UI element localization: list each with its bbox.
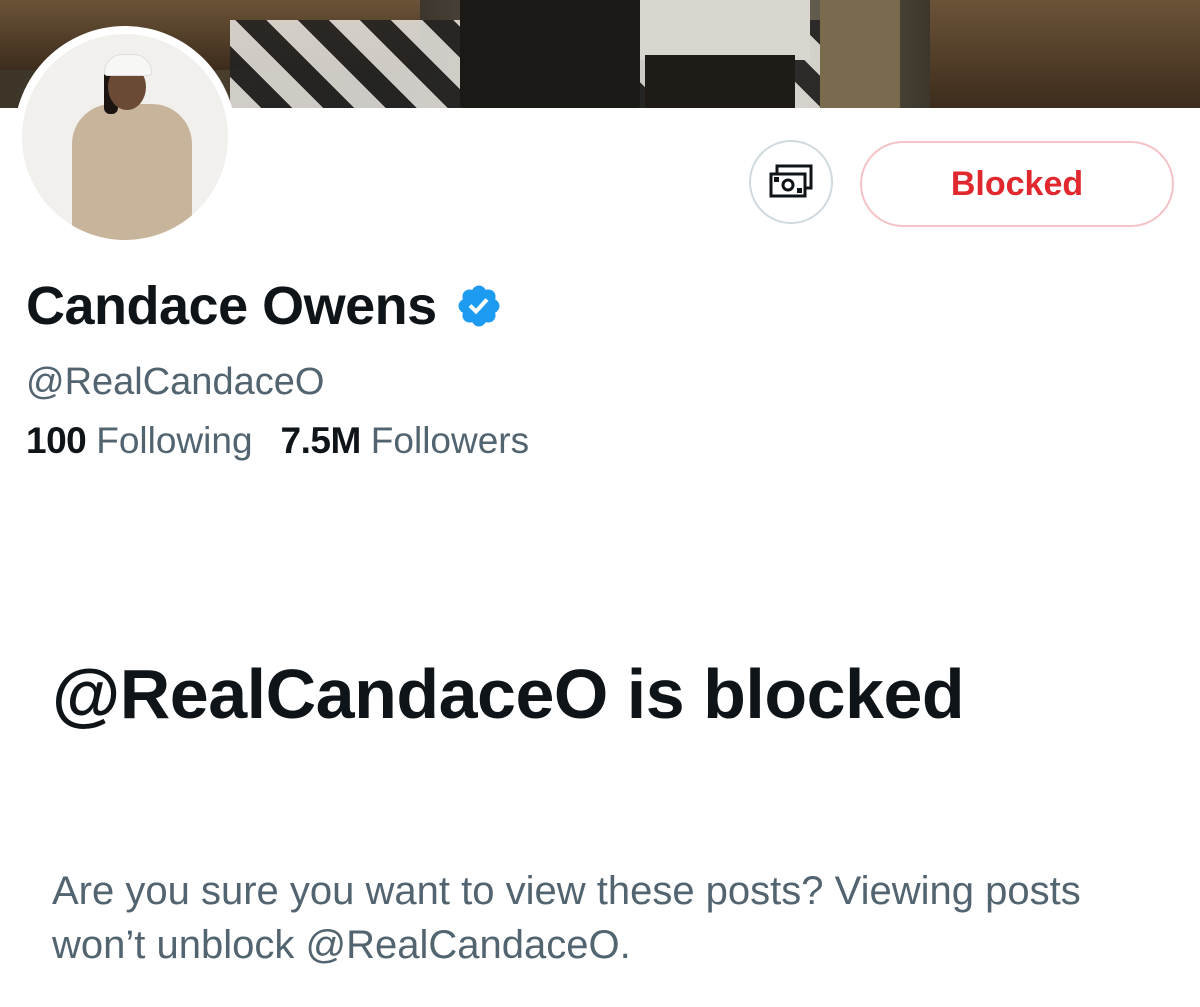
banner-figure-dark — [460, 0, 640, 108]
banner-figure-light — [640, 0, 810, 60]
avatar-coat — [72, 104, 192, 240]
followers-count: 7.5M — [280, 420, 362, 461]
money-icon — [769, 164, 813, 198]
following-stat-link[interactable]: 100 Following — [26, 420, 253, 462]
verified-badge-icon[interactable] — [455, 282, 503, 330]
avatar-cap — [104, 54, 152, 76]
blocked-notice-title: @RealCandaceO is blocked — [52, 655, 965, 733]
following-label: Following — [96, 420, 253, 461]
display-name: Candace Owens — [26, 276, 437, 336]
blocked-button[interactable]: Blocked — [860, 141, 1174, 227]
banner-figure-light-lower — [645, 55, 795, 108]
tip-button[interactable] — [749, 140, 833, 224]
following-count: 100 — [26, 420, 87, 461]
profile-handle: @RealCandaceO — [26, 361, 325, 403]
profile-stats: 100 Following 7.5M Followers — [26, 420, 529, 462]
profile-avatar[interactable] — [14, 26, 236, 248]
banner-pew-right — [930, 0, 1200, 108]
followers-label: Followers — [370, 420, 530, 461]
avatar-photo — [22, 34, 228, 240]
profile-name-row: Candace Owens — [26, 275, 503, 337]
followers-stat-link[interactable]: 7.5M Followers — [281, 420, 530, 462]
blocked-notice-description: Are you sure you want to view these post… — [52, 869, 1081, 967]
profile-page: Blocked Candace Owens @RealCandaceO 100 … — [0, 0, 1200, 1007]
banner-pillar — [820, 0, 900, 108]
